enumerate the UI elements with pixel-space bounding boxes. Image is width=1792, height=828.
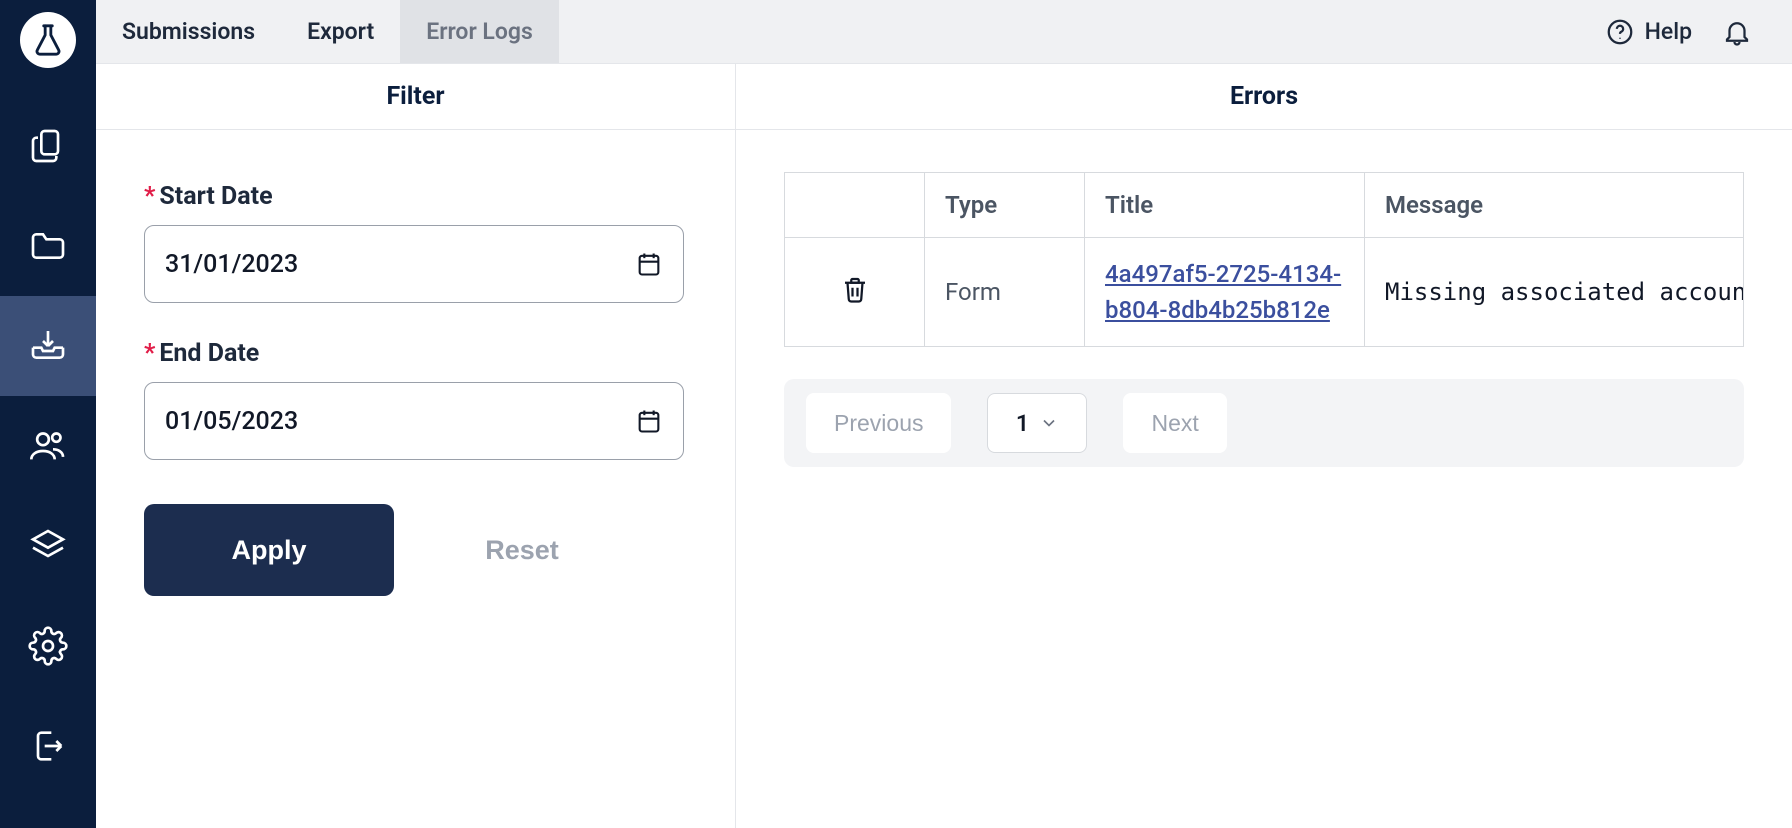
trash-icon	[840, 274, 870, 304]
chevron-down-icon	[1039, 413, 1059, 433]
current-page: 1	[1016, 410, 1029, 437]
sidebar	[0, 0, 96, 828]
errors-header: Errors	[736, 64, 1792, 130]
topbar: Submissions Export Error Logs Help	[96, 0, 1792, 64]
column-header-message: Message	[1365, 173, 1744, 238]
notifications-button[interactable]	[1722, 17, 1752, 47]
logout-icon	[28, 726, 68, 766]
calendar-icon	[635, 407, 663, 435]
reset-button[interactable]: Reset	[422, 504, 622, 596]
pagination: Previous 1 Next	[784, 379, 1744, 467]
start-date-label: *Start Date	[144, 182, 687, 211]
tab-submissions[interactable]: Submissions	[96, 0, 281, 63]
page-select[interactable]: 1	[987, 393, 1087, 453]
flask-icon	[31, 23, 65, 57]
help-label: Help	[1645, 18, 1692, 45]
nav-item-logout[interactable]	[0, 696, 96, 796]
apply-button[interactable]: Apply	[144, 504, 394, 596]
nav-item-layers[interactable]	[0, 496, 96, 596]
cell-message: Missing associated account id	[1365, 238, 1744, 347]
table-row: Form 4a497af5-2725-4134-b804-8db4b25b812…	[785, 238, 1744, 347]
app-logo	[20, 12, 76, 68]
column-header-title: Title	[1085, 173, 1365, 238]
column-header-actions	[785, 173, 925, 238]
start-date-value: 31/01/2023	[165, 250, 298, 279]
error-title-link[interactable]: 4a497af5-2725-4134-b804-8db4b25b812e	[1105, 260, 1341, 324]
errors-table: Type Title Message	[784, 172, 1744, 347]
nav-item-folder[interactable]	[0, 196, 96, 296]
nav-item-users[interactable]	[0, 396, 96, 496]
inbox-download-icon	[28, 326, 68, 366]
layers-icon	[28, 526, 68, 566]
filter-header: Filter	[96, 64, 735, 130]
users-icon	[28, 426, 68, 466]
help-button[interactable]: Help	[1605, 17, 1692, 47]
gear-icon	[28, 626, 68, 666]
next-button[interactable]: Next	[1123, 393, 1226, 453]
help-icon	[1605, 17, 1635, 47]
tab-export[interactable]: Export	[281, 0, 400, 63]
previous-button[interactable]: Previous	[806, 393, 951, 453]
end-date-value: 01/05/2023	[165, 407, 298, 436]
nav-item-settings[interactable]	[0, 596, 96, 696]
nav-item-clipboard[interactable]	[0, 96, 96, 196]
clipboard-icon	[28, 126, 68, 166]
end-date-label: *End Date	[144, 339, 687, 368]
folder-icon	[28, 226, 68, 266]
cell-type: Form	[925, 238, 1085, 347]
start-date-input[interactable]: 31/01/2023	[144, 225, 684, 303]
delete-row-button[interactable]	[840, 274, 870, 304]
tab-error-logs[interactable]: Error Logs	[400, 0, 559, 63]
bell-icon	[1722, 17, 1752, 47]
calendar-icon	[635, 250, 663, 278]
column-header-type: Type	[925, 173, 1085, 238]
nav-item-inbox[interactable]	[0, 296, 96, 396]
end-date-input[interactable]: 01/05/2023	[144, 382, 684, 460]
